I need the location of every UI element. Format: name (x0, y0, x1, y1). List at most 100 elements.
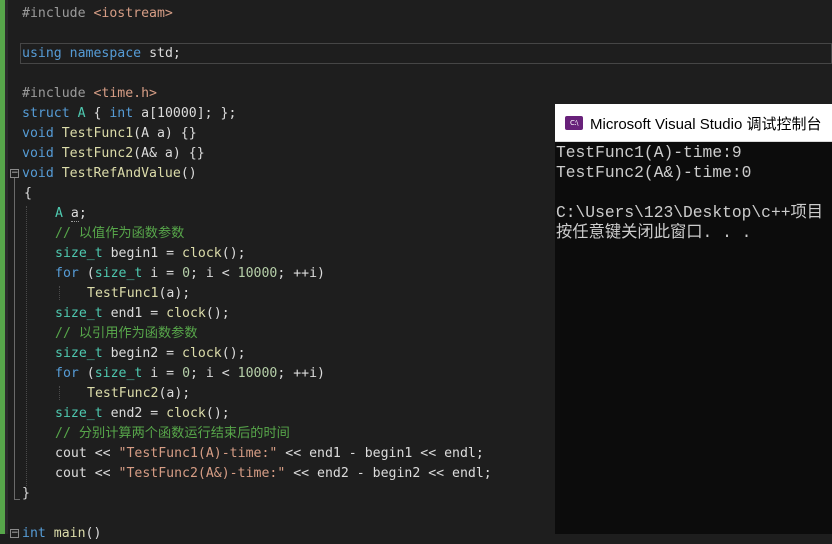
type-name: size_t (94, 266, 143, 281)
code-text: (); (221, 346, 246, 361)
code-line[interactable]: for (size_t i = 0; i < 10000; ++i) (55, 364, 325, 384)
identifier: begin1 (364, 446, 413, 461)
code-text: { (93, 106, 110, 121)
keyword: int (109, 106, 134, 121)
code-line[interactable]: #include <time.h> (22, 84, 157, 104)
code-text: ; ++i) (277, 266, 325, 281)
change-tracking-bar (0, 0, 5, 534)
code-comment: // 分别计算两个函数运行结束后的时间 (55, 426, 290, 441)
identifier: endl (452, 466, 484, 481)
operator: - (348, 466, 373, 481)
operator: << (86, 466, 119, 481)
code-line[interactable]: void TestRefAndValue() (22, 164, 197, 184)
variable-with-warning[interactable]: a (70, 206, 79, 222)
code-line[interactable]: TestFunc1(a); (87, 284, 190, 304)
function-name: TestRefAndValue (53, 166, 181, 181)
function-name: clock (182, 246, 222, 261)
code-text: (a); (158, 386, 191, 401)
code-text: ; (78, 206, 87, 221)
code-text: std; (141, 46, 181, 61)
function-name: TestFunc2 (53, 146, 134, 161)
console-titlebar[interactable]: C:\ Microsoft Visual Studio 调试控制台 (555, 104, 832, 142)
code-line[interactable]: #include <iostream> (22, 4, 173, 24)
operator: << (277, 446, 310, 461)
preprocessor-directive: #include (22, 86, 94, 101)
code-line[interactable]: } (22, 484, 30, 504)
code-line[interactable]: void TestFunc1(A a) {} (22, 124, 197, 144)
operator: << (86, 446, 119, 461)
code-line[interactable]: // 以引用作为函数参数 (55, 324, 198, 344)
type-name: size_t (55, 346, 103, 361)
code-line[interactable]: // 分别计算两个函数运行结束后的时间 (55, 424, 290, 444)
operator: << (412, 446, 445, 461)
code-line[interactable]: struct A { int a[10000]; }; (22, 104, 236, 124)
fold-region-end (14, 499, 20, 500)
code-text: i = (142, 366, 183, 381)
operator: - (340, 446, 365, 461)
operator: << (420, 466, 453, 481)
fold-region-line (14, 178, 15, 499)
keyword: void (22, 126, 54, 141)
code-text: ; ++i) (277, 366, 325, 381)
code-line[interactable]: cout << "TestFunc1(A)-time:" << end1 - b… (55, 444, 484, 464)
collapse-toggle-testrefandvalue[interactable]: − (10, 169, 19, 178)
indent-guide (26, 206, 28, 486)
keyword: for (55, 266, 79, 281)
console-title: Microsoft Visual Studio 调试控制台 (590, 116, 822, 133)
keyword: void (22, 146, 54, 161)
number-literal: 10000 (237, 366, 278, 381)
code-line[interactable]: // 以值作为函数参数 (55, 224, 184, 244)
number-literal: 10000 (237, 266, 278, 281)
code-line[interactable]: size_t begin1 = clock(); (55, 244, 246, 264)
code-text: () (180, 166, 197, 181)
code-text: i = (142, 266, 183, 281)
console-output-line: 按任意键关闭此窗口. . . (556, 223, 752, 242)
identifier: begin2 (372, 466, 421, 481)
type-name: size_t (55, 246, 103, 261)
code-line[interactable]: TestFunc2(a); (87, 384, 190, 404)
preprocessor-directive: #include (22, 6, 94, 21)
code-text: (A& a) {} (133, 146, 205, 161)
code-line[interactable]: using namespace std; (22, 44, 181, 64)
code-text: (); (205, 406, 230, 421)
keyword: void (22, 166, 54, 181)
code-text: begin2 = (102, 346, 183, 361)
function-name: clock (182, 346, 222, 361)
function-name: TestFunc1 (87, 286, 159, 301)
code-text: ; (483, 466, 492, 481)
indent-guide (59, 386, 61, 400)
code-line[interactable]: size_t begin2 = clock(); (55, 344, 246, 364)
console-output-line: TestFunc1(A)-time:9 (556, 143, 742, 162)
string-literal: "TestFunc2(A&)-time:" (118, 466, 286, 481)
code-comment: // 以值作为函数参数 (55, 226, 185, 241)
debug-console-window[interactable]: C:\ Microsoft Visual Studio 调试控制台 TestFu… (555, 104, 832, 534)
type-name: A (55, 206, 63, 221)
operator: << (285, 466, 318, 481)
code-text: a[10000]; }; (133, 106, 237, 121)
code-text: ( (78, 266, 95, 281)
code-text: (a); (158, 286, 191, 301)
code-line[interactable]: size_t end1 = clock(); (55, 304, 230, 324)
keyword: struct (22, 106, 70, 121)
number-literal: 0 (182, 366, 191, 381)
code-line[interactable]: for (size_t i = 0; i < 10000; ++i) (55, 264, 325, 284)
function-name: clock (166, 306, 206, 321)
close-brace: } (22, 486, 30, 501)
function-name: TestFunc1 (53, 126, 134, 141)
visual-studio-console-icon: C:\ (565, 116, 583, 130)
keyword: using (22, 46, 62, 61)
console-output-line: C:\Users\123\Desktop\c++项目 (556, 203, 824, 222)
code-text: end2 = (102, 406, 167, 421)
code-text: ; (475, 446, 484, 461)
code-line[interactable]: A a; (55, 204, 87, 224)
code-line[interactable]: size_t end2 = clock(); (55, 404, 230, 424)
code-line[interactable]: void TestFunc2(A& a) {} (22, 144, 205, 164)
code-line[interactable]: int main() (22, 524, 101, 544)
code-line[interactable]: { (24, 184, 32, 204)
type-name: size_t (94, 366, 143, 381)
keyword: namespace (69, 46, 142, 61)
code-line[interactable]: cout << "TestFunc2(A&)-time:" << end2 - … (55, 464, 492, 484)
code-text: (); (221, 246, 246, 261)
keyword: for (55, 366, 79, 381)
